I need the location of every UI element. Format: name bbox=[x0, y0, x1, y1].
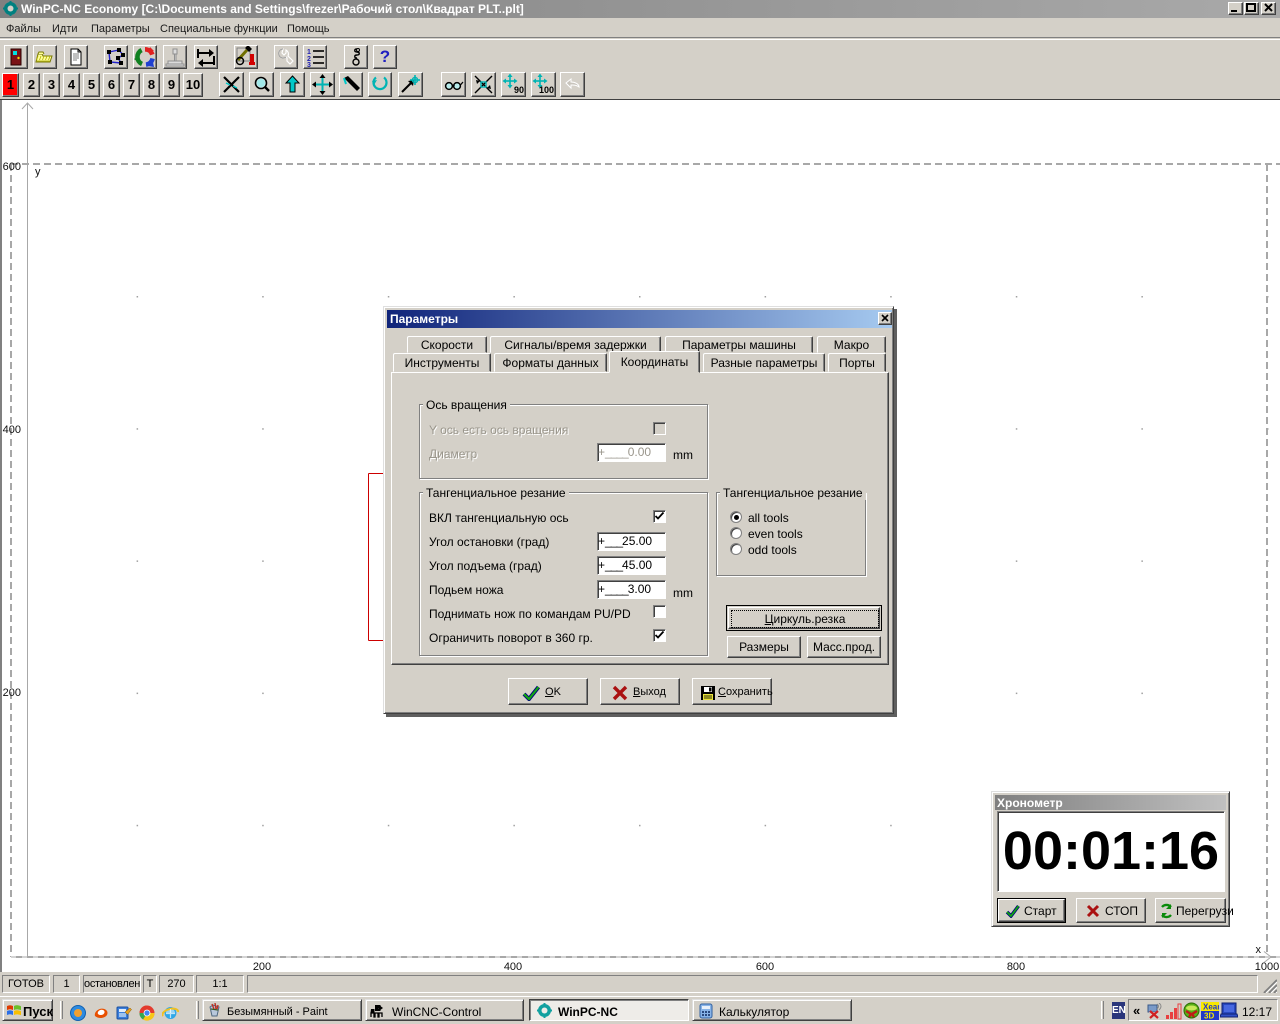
svg-text:Xear: Xear bbox=[1203, 1003, 1219, 1012]
svg-text:400: 400 bbox=[3, 424, 21, 436]
svg-text:3D: 3D bbox=[1204, 1012, 1214, 1021]
svg-text:600: 600 bbox=[3, 161, 21, 173]
svg-text:100: 100 bbox=[539, 85, 554, 95]
svg-text:3: 3 bbox=[307, 62, 311, 68]
svg-text:800: 800 bbox=[1007, 961, 1025, 972]
svg-text:1: 1 bbox=[307, 49, 311, 56]
svg-text:90: 90 bbox=[514, 85, 524, 95]
svg-text:600: 600 bbox=[756, 961, 774, 972]
svg-text:1000: 1000 bbox=[1255, 961, 1279, 972]
svg-text:y: y bbox=[35, 166, 41, 178]
svg-text:200: 200 bbox=[253, 961, 271, 972]
svg-text:400: 400 bbox=[504, 961, 522, 972]
svg-text:x: x bbox=[1256, 944, 1262, 956]
svg-text:200: 200 bbox=[3, 687, 21, 699]
